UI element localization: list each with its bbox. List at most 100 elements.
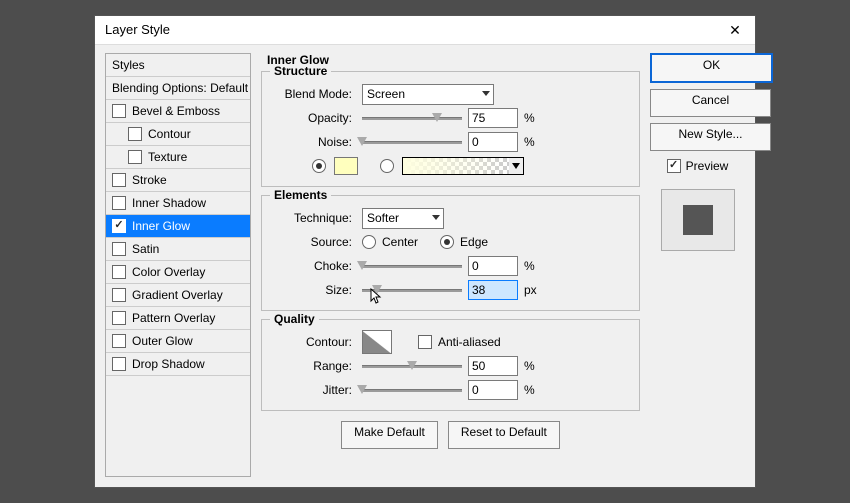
style-label: Stroke — [132, 169, 167, 191]
titlebar: Layer Style ✕ — [95, 16, 755, 45]
preview-label: Preview — [686, 159, 729, 173]
dialog-title: Layer Style — [105, 16, 170, 44]
jitter-slider[interactable] — [362, 383, 462, 397]
right-panel: OK Cancel New Style... Preview — [650, 53, 745, 477]
checkbox-color-overlay[interactable] — [112, 265, 126, 279]
styles-header[interactable]: Styles — [106, 54, 250, 77]
preview-checkbox[interactable] — [667, 159, 681, 173]
glow-gradient-picker[interactable] — [402, 157, 524, 175]
layer-style-dialog: Layer Style ✕ Styles Blending Options: D… — [94, 15, 756, 488]
gradient-mode-radio[interactable] — [380, 159, 394, 173]
style-label: Drop Shadow — [132, 353, 205, 375]
size-unit: px — [524, 283, 542, 297]
source-edge-radio[interactable] — [440, 235, 454, 249]
blend-mode-label: Blend Mode: — [272, 87, 356, 101]
style-row-pattern-overlay[interactable]: Pattern Overlay — [106, 307, 250, 330]
range-input[interactable]: 50 — [468, 356, 518, 376]
chevron-down-icon[interactable] — [509, 158, 523, 174]
noise-unit: % — [524, 135, 542, 149]
style-label: Pattern Overlay — [132, 307, 215, 329]
style-row-bevel-emboss[interactable]: Bevel & Emboss — [106, 100, 250, 123]
style-row-color-overlay[interactable]: Color Overlay — [106, 261, 250, 284]
checkbox-contour[interactable] — [128, 127, 142, 141]
opacity-input[interactable]: 75 — [468, 108, 518, 128]
style-label: Color Overlay — [132, 261, 205, 283]
source-edge-label: Edge — [460, 235, 488, 249]
technique-label: Technique: — [272, 211, 356, 225]
size-input[interactable]: 38 — [468, 280, 518, 300]
source-label: Source: — [272, 235, 356, 249]
style-row-texture[interactable]: Texture — [106, 146, 250, 169]
technique-select[interactable]: Softer — [362, 208, 444, 229]
choke-unit: % — [524, 259, 542, 273]
structure-group: Structure Blend Mode: Screen Opacity: 75… — [261, 71, 640, 187]
checkbox-pattern-overlay[interactable] — [112, 311, 126, 325]
style-label: Gradient Overlay — [132, 284, 223, 306]
style-row-contour[interactable]: Contour — [106, 123, 250, 146]
noise-slider[interactable] — [362, 135, 462, 149]
choke-input[interactable]: 0 — [468, 256, 518, 276]
opacity-label: Opacity: — [272, 111, 356, 125]
opacity-slider[interactable] — [362, 111, 462, 125]
glow-color-swatch[interactable] — [334, 157, 358, 175]
blend-mode-select[interactable]: Screen — [362, 84, 494, 105]
source-center-radio[interactable] — [362, 235, 376, 249]
source-center-label: Center — [382, 235, 418, 249]
options-panel: Inner Glow Structure Blend Mode: Screen … — [261, 53, 640, 477]
style-row-satin[interactable]: Satin — [106, 238, 250, 261]
style-row-inner-shadow[interactable]: Inner Shadow — [106, 192, 250, 215]
style-row-outer-glow[interactable]: Outer Glow — [106, 330, 250, 353]
close-icon[interactable]: ✕ — [715, 16, 755, 44]
jitter-input[interactable]: 0 — [468, 380, 518, 400]
style-label: Bevel & Emboss — [132, 100, 220, 122]
size-label: Size: — [272, 283, 356, 297]
noise-label: Noise: — [272, 135, 356, 149]
style-label: Outer Glow — [132, 330, 193, 352]
checkbox-bevel-emboss[interactable] — [112, 104, 126, 118]
elements-title: Elements — [270, 188, 331, 202]
checkbox-texture[interactable] — [128, 150, 142, 164]
structure-title: Structure — [270, 64, 331, 78]
quality-group: Quality Contour: Anti-aliased Range: 50 … — [261, 319, 640, 411]
checkbox-outer-glow[interactable] — [112, 334, 126, 348]
anti-aliased-checkbox[interactable] — [418, 335, 432, 349]
technique-value: Softer — [367, 211, 399, 225]
new-style-button[interactable]: New Style... — [650, 123, 771, 151]
checkbox-stroke[interactable] — [112, 173, 126, 187]
reset-default-button[interactable]: Reset to Default — [448, 421, 560, 449]
style-row-inner-glow[interactable]: Inner Glow — [106, 215, 250, 238]
checkbox-gradient-overlay[interactable] — [112, 288, 126, 302]
color-mode-radio[interactable] — [312, 159, 326, 173]
styles-list: Styles Blending Options: Default Bevel &… — [105, 53, 251, 477]
cancel-button[interactable]: Cancel — [650, 89, 771, 117]
elements-group: Elements Technique: Softer Source: Cente… — [261, 195, 640, 311]
quality-title: Quality — [270, 312, 319, 326]
make-default-button[interactable]: Make Default — [341, 421, 438, 449]
contour-picker[interactable] — [362, 330, 392, 354]
checkbox-drop-shadow[interactable] — [112, 357, 126, 371]
style-row-gradient-overlay[interactable]: Gradient Overlay — [106, 284, 250, 307]
style-row-drop-shadow[interactable]: Drop Shadow — [106, 353, 250, 376]
style-label: Inner Glow — [132, 215, 190, 237]
preview-thumbnail — [661, 189, 735, 251]
range-slider[interactable] — [362, 359, 462, 373]
checkbox-inner-glow[interactable] — [112, 219, 126, 233]
style-label: Texture — [148, 146, 187, 168]
noise-input[interactable]: 0 — [468, 132, 518, 152]
checkbox-satin[interactable] — [112, 242, 126, 256]
range-unit: % — [524, 359, 542, 373]
style-row-stroke[interactable]: Stroke — [106, 169, 250, 192]
range-label: Range: — [272, 359, 356, 373]
jitter-unit: % — [524, 383, 542, 397]
size-slider[interactable] — [362, 283, 462, 297]
style-label: Satin — [132, 238, 159, 260]
jitter-label: Jitter: — [272, 383, 356, 397]
choke-slider[interactable] — [362, 259, 462, 273]
opacity-unit: % — [524, 111, 542, 125]
ok-button[interactable]: OK — [650, 53, 773, 83]
checkbox-inner-shadow[interactable] — [112, 196, 126, 210]
blend-mode-value: Screen — [367, 87, 405, 101]
style-label: Contour — [148, 123, 191, 145]
blending-options-row[interactable]: Blending Options: Default — [106, 77, 250, 100]
anti-aliased-label: Anti-aliased — [438, 335, 501, 349]
